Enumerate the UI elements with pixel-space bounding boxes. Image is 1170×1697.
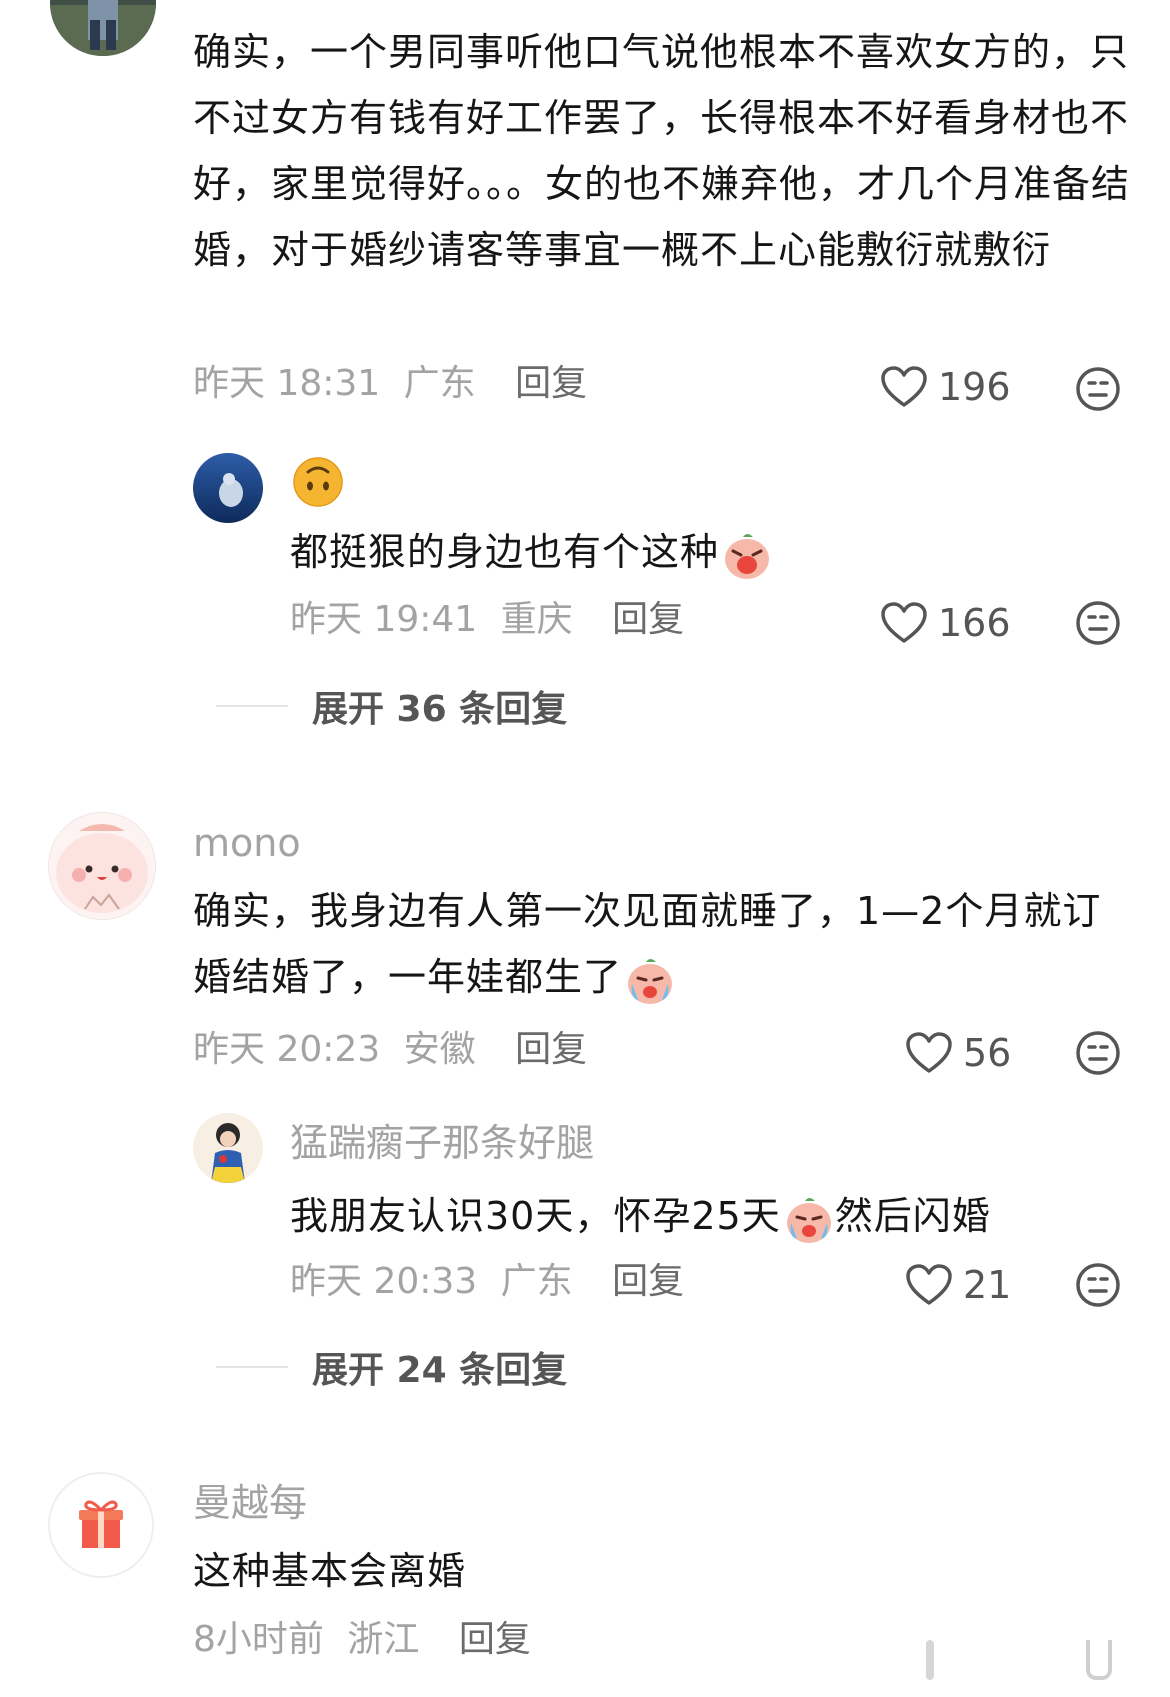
reply-time: 昨天 20:33 (290, 1261, 478, 1302)
comment-meta: 8小时前 浙江 回复 (193, 1618, 531, 1662)
reply-button[interactable]: 回复 (612, 1261, 684, 1302)
reply-text-after: 然后闪婚 (834, 1194, 991, 1238)
divider (216, 705, 288, 707)
avatar[interactable] (50, 0, 156, 56)
comment-location: 广东 (403, 363, 476, 404)
neutral-face-icon[interactable] (1075, 1262, 1121, 1308)
like-count: 196 (938, 365, 1011, 409)
reply-text: 都挺狠的身边也有个这种 (290, 526, 773, 581)
like-button[interactable]: 56 (905, 1031, 1011, 1075)
comment-time: 昨天 20:23 (193, 1029, 381, 1070)
comment-location: 安徽 (403, 1029, 476, 1070)
neutral-face-icon[interactable] (1075, 366, 1121, 412)
heart-outline-icon (881, 366, 927, 407)
reply-text: 我朋友认识30天，怀孕25天 然后闪婚 (290, 1190, 991, 1245)
expand-replies-button[interactable]: 展开 36 条回复 (216, 680, 567, 732)
expand-replies-button[interactable]: 展开 24 条回复 (216, 1341, 567, 1393)
heart-outline-icon (906, 1264, 952, 1305)
avatar[interactable] (193, 453, 263, 523)
comment-text: 确实，一个男同事听他口气说他根本不喜欢女方的，只不过女方有钱有好工作罢了，长得根… (193, 30, 1131, 272)
comment-location: 浙江 (347, 1619, 420, 1660)
like-button[interactable]: 21 (905, 1263, 1011, 1307)
reply-text-content: 都挺狠的身边也有个这种 (290, 530, 720, 574)
divider (216, 1366, 288, 1368)
comment-text: 确实，我身边有人第一次见面就睡了，1—2个月就订婚结婚了，一年娃都生了 (193, 878, 1133, 1010)
expand-replies-label: 展开 24 条回复 (312, 1350, 568, 1391)
crying-peach-emoji-icon (725, 533, 770, 579)
reply-time: 昨天 19:41 (290, 599, 478, 640)
like-count: 56 (963, 1031, 1012, 1075)
expand-replies-label: 展开 36 条回复 (312, 689, 568, 730)
reply-username[interactable]: 猛踹瘸子那条好腿 (290, 1121, 594, 1165)
more-icon-partial[interactable] (1086, 1640, 1112, 1680)
comment-time: 8小时前 (193, 1619, 324, 1660)
reply-location: 重庆 (500, 599, 573, 640)
reply-button[interactable]: 回复 (515, 1029, 587, 1070)
comment-username[interactable]: mono (193, 821, 301, 865)
avatar[interactable] (193, 1113, 263, 1183)
reply-button[interactable]: 回复 (612, 599, 684, 640)
gift-icon (50, 1474, 152, 1576)
comment-username[interactable]: 曼越每 (193, 1481, 307, 1525)
like-icon-partial[interactable] (926, 1640, 934, 1680)
like-count: 166 (938, 601, 1011, 645)
neutral-face-icon[interactable] (1075, 600, 1121, 646)
heart-outline-icon (881, 602, 927, 643)
crying-peach-emoji-icon (786, 1197, 831, 1243)
reply-location: 广东 (500, 1261, 573, 1302)
comment-time: 昨天 18:31 (193, 363, 381, 404)
reply-text-before: 我朋友认识30天，怀孕25天 (290, 1194, 781, 1238)
reply-username-emoji[interactable] (292, 456, 344, 508)
like-count: 21 (963, 1263, 1012, 1307)
avatar[interactable] (48, 812, 156, 920)
like-button[interactable]: 196 (880, 365, 1011, 409)
neutral-face-icon[interactable] (1075, 1030, 1121, 1076)
reply-button[interactable]: 回复 (459, 1619, 531, 1660)
comment-text: 这种基本会离婚 (193, 1549, 467, 1593)
reply-meta: 昨天 19:41 重庆 回复 (290, 598, 684, 642)
heart-outline-icon (906, 1032, 952, 1073)
avatar[interactable] (48, 1472, 154, 1578)
comment-meta: 昨天 18:31 广东 回复 (193, 362, 587, 406)
crying-peach-emoji-icon (628, 958, 673, 1004)
reply-button[interactable]: 回复 (515, 363, 587, 404)
like-button[interactable]: 166 (880, 601, 1011, 645)
reply-meta: 昨天 20:33 广东 回复 (290, 1260, 684, 1304)
comment-meta: 昨天 20:23 安徽 回复 (193, 1028, 587, 1072)
